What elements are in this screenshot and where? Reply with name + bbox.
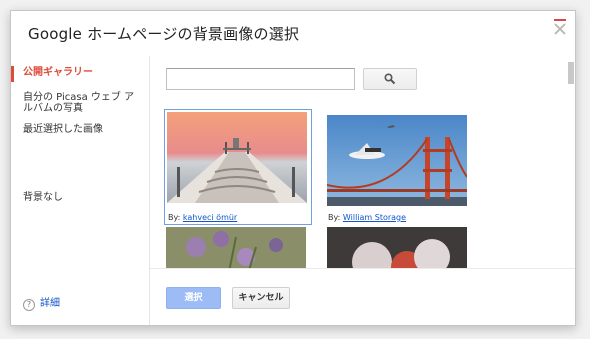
- gallery-by-label: By:: [328, 213, 341, 222]
- gallery-item-bridge[interactable]: [327, 115, 467, 206]
- gallery-item-pier[interactable]: [164, 109, 312, 225]
- dialog-title: Google ホームページの背景画像の選択: [28, 25, 300, 43]
- search-icon: [384, 73, 396, 85]
- gallery-image-pier: [167, 112, 307, 203]
- sidebar-item-no-background[interactable]: 背景なし: [23, 192, 145, 203]
- sidebar-item-public-gallery[interactable]: 公開ギャラリー: [23, 67, 145, 78]
- help-icon: ?: [23, 299, 35, 311]
- search-input[interactable]: [166, 68, 355, 90]
- background-image-dialog: Google ホームページの背景画像の選択 公開ギャラリー 自分の Picasa…: [10, 10, 576, 326]
- dialog-titlebar: Google ホームページの背景画像の選択: [11, 11, 575, 55]
- gallery-caption-bridge: By: William Storage: [328, 213, 406, 222]
- selected-indicator: [11, 66, 14, 82]
- gallery-scrollbar[interactable]: [567, 56, 575, 269]
- gallery-image-frost: [327, 227, 467, 269]
- sidebar-item-recent-images[interactable]: 最近選択した画像: [23, 124, 145, 135]
- scrollbar-thumb[interactable]: [568, 62, 574, 84]
- help-link[interactable]: ? 詳細: [23, 294, 60, 311]
- select-button[interactable]: 選択: [166, 287, 221, 309]
- cancel-button[interactable]: キャンセル: [232, 287, 290, 309]
- gallery-panel: By: kahveci ömür By: William Storage: [150, 56, 575, 269]
- gallery-image-bridge: [327, 115, 467, 206]
- gallery-caption-pier: By: kahveci ömür: [168, 213, 237, 222]
- dialog-footer: 選択 キャンセル: [150, 268, 575, 325]
- gallery-item-frost[interactable]: [327, 227, 467, 269]
- gallery-by-label: By:: [168, 213, 181, 222]
- sidebar: 公開ギャラリー 自分の Picasa ウェブ アルバムの写真 最近選択した画像 …: [11, 56, 150, 325]
- author-link-bridge[interactable]: William Storage: [343, 213, 406, 222]
- close-icon[interactable]: [553, 19, 567, 36]
- search-button[interactable]: [363, 68, 417, 90]
- sidebar-item-picasa-albums[interactable]: 自分の Picasa ウェブ アルバムの写真: [23, 92, 141, 114]
- help-label: 詳細: [40, 298, 60, 309]
- gallery-image-flowers: [166, 227, 306, 269]
- gallery-item-flowers[interactable]: [166, 227, 306, 269]
- author-link-pier[interactable]: kahveci ömür: [183, 213, 237, 222]
